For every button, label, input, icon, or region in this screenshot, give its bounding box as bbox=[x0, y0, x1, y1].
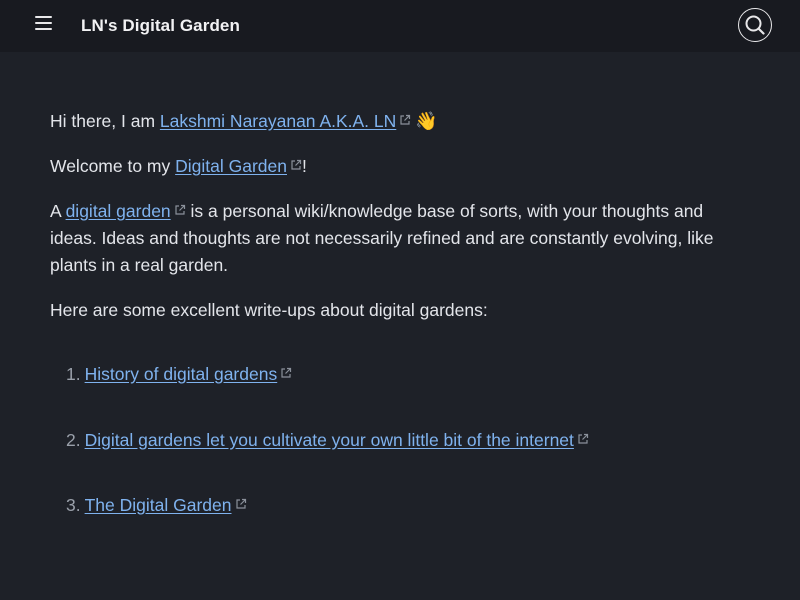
site-title[interactable]: LN's Digital Garden bbox=[81, 16, 240, 36]
external-link-icon bbox=[175, 204, 185, 215]
external-link-icon bbox=[281, 367, 292, 378]
digital-garden-link[interactable]: Digital Garden bbox=[175, 156, 287, 176]
greeting-text: Hi there, I am bbox=[50, 111, 160, 131]
definition-paragraph: A digital garden is a personal wiki/know… bbox=[50, 198, 750, 279]
author-link[interactable]: Lakshmi Narayanan A.K.A. LN bbox=[160, 111, 396, 131]
external-link-icon bbox=[578, 433, 589, 444]
welcome-paragraph: Welcome to my Digital Garden! bbox=[50, 153, 750, 180]
wave-emoji: 👋 bbox=[415, 111, 438, 131]
list-number: 2. bbox=[66, 429, 81, 450]
top-navbar: LN's Digital Garden bbox=[0, 0, 800, 52]
writeup-link-cultivate[interactable]: Digital gardens let you cultivate your o… bbox=[85, 430, 574, 450]
menu-icon[interactable] bbox=[34, 15, 54, 33]
external-link-icon bbox=[235, 498, 246, 509]
definition-prefix: A bbox=[50, 201, 66, 221]
list-item: 1. History of digital gardens bbox=[66, 361, 589, 388]
welcome-text: Welcome to my bbox=[50, 156, 176, 176]
greeting-paragraph: Hi there, I am Lakshmi Narayanan A.K.A. … bbox=[50, 108, 750, 135]
writeup-link-history[interactable]: History of digital gardens bbox=[85, 364, 278, 384]
main-content: Hi there, I am Lakshmi Narayanan A.K.A. … bbox=[50, 108, 750, 342]
writeups-list: 1. History of digital gardens 2. Digital g… bbox=[66, 361, 589, 558]
external-link-icon bbox=[291, 159, 302, 170]
list-number: 3. bbox=[66, 495, 81, 515]
welcome-suffix: ! bbox=[302, 156, 307, 176]
writeup-link-the-digital-garden[interactable]: The Digital Garden bbox=[85, 495, 232, 515]
list-item: 2. Digital gardens let you cultivate your… bbox=[66, 427, 589, 454]
search-icon bbox=[745, 15, 765, 35]
list-item: 3. The Digital Garden bbox=[66, 492, 589, 519]
digital-garden-definition-link[interactable]: digital garden bbox=[66, 201, 171, 221]
search-button[interactable] bbox=[738, 8, 772, 42]
external-link-icon bbox=[400, 114, 411, 125]
list-number: 1. bbox=[66, 364, 81, 384]
writeups-heading: Here are some excellent write-ups about … bbox=[50, 300, 488, 320]
